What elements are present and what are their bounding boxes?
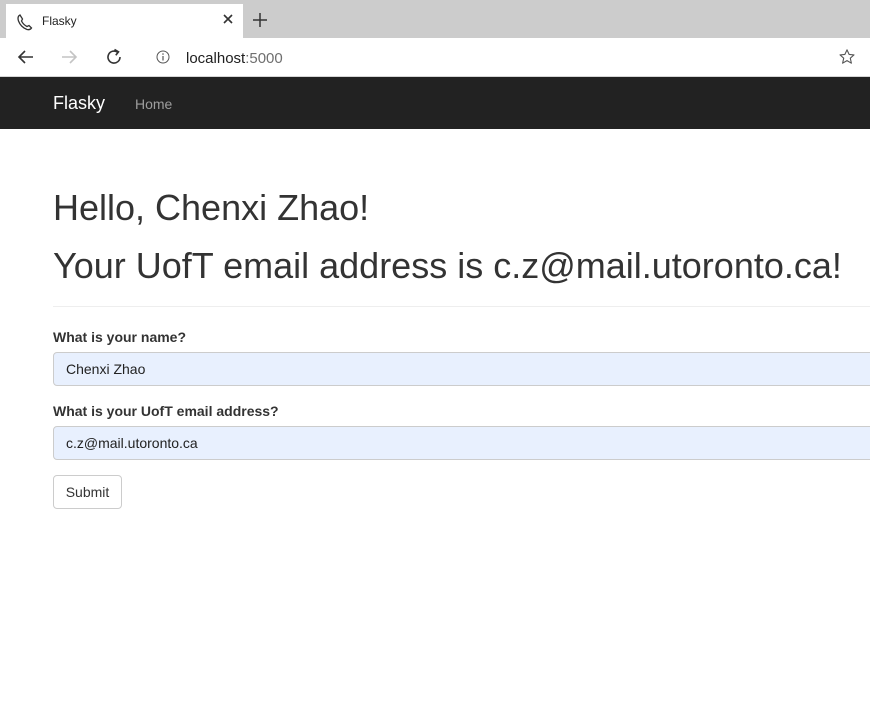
url-port: :5000 xyxy=(245,50,283,67)
close-icon[interactable] xyxy=(221,12,235,26)
browser-tabstrip: Flasky xyxy=(0,0,870,38)
email-label: What is your UofT email address? xyxy=(53,403,279,419)
info-icon[interactable] xyxy=(156,50,170,64)
plus-icon[interactable] xyxy=(251,11,269,29)
page-header-divider xyxy=(53,306,870,307)
address-bar[interactable]: localhost:5000 xyxy=(142,41,870,73)
browser-tab[interactable]: Flasky xyxy=(6,4,243,38)
back-arrow-icon[interactable] xyxy=(15,46,37,68)
email-heading: Your UofT email address is c.z@mail.utor… xyxy=(53,245,842,286)
phone-favicon-icon xyxy=(17,14,33,31)
url-text[interactable]: localhost:5000 xyxy=(186,50,283,67)
submit-button[interactable]: Submit xyxy=(53,475,122,509)
browser-toolbar: localhost:5000 xyxy=(0,38,870,77)
name-label: What is your name? xyxy=(53,329,187,345)
nav-link-home[interactable]: Home xyxy=(135,96,172,112)
greeting-heading: Hello, Chenxi Zhao! xyxy=(53,187,370,228)
name-field[interactable] xyxy=(53,352,870,386)
reload-icon[interactable] xyxy=(103,46,125,68)
url-host: localhost xyxy=(186,50,246,67)
tab-title: Flasky xyxy=(42,14,77,28)
forward-arrow-icon[interactable] xyxy=(58,46,80,68)
navbar-brand[interactable]: Flasky xyxy=(53,93,105,114)
app-navbar: Flasky Home xyxy=(0,77,870,129)
email-field[interactable] xyxy=(53,426,870,460)
star-icon[interactable] xyxy=(838,48,856,66)
